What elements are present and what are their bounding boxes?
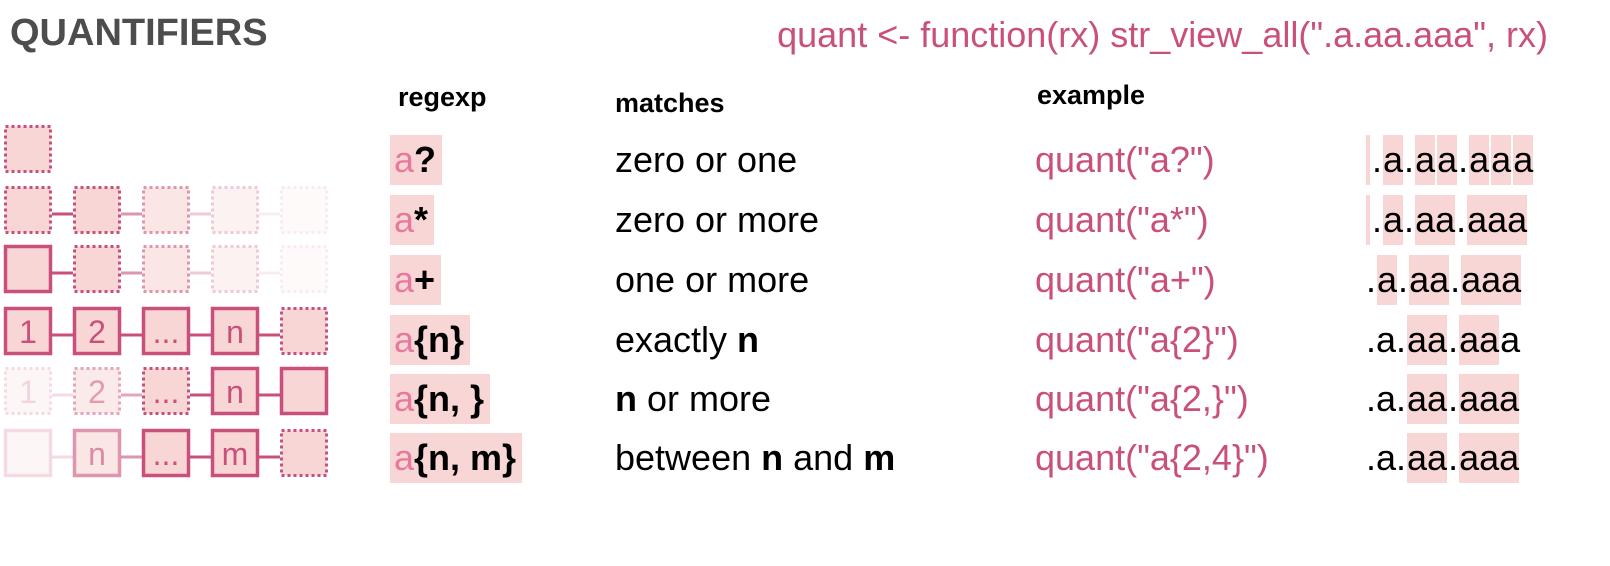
header-regexp: regexp xyxy=(398,82,487,112)
matches-text: n xyxy=(737,319,760,360)
matches-text: m xyxy=(863,437,896,478)
unmatched-text: . xyxy=(1456,199,1467,240)
matches-description: one or more xyxy=(615,255,809,305)
match-highlight: a xyxy=(1383,135,1404,185)
unmatched-text: . xyxy=(1372,139,1383,180)
unmatched-text: . xyxy=(1398,259,1409,300)
matches-description: exactly n xyxy=(615,315,759,365)
regexp-quantifier: + xyxy=(414,259,436,300)
match-highlight: aa xyxy=(1459,315,1500,365)
header-example: example xyxy=(1037,80,1146,110)
unmatched-text: .a. xyxy=(1366,319,1407,360)
quantifier-row: a+ one or more quant("a+") . a. aa. aaa xyxy=(0,255,1610,309)
regexp-quantifier: * xyxy=(414,199,429,240)
section-title: QUANTIFIERS xyxy=(10,12,268,54)
unmatched-text: . xyxy=(1458,139,1469,180)
header-matches: matches xyxy=(615,88,725,118)
match-highlight: a xyxy=(1491,135,1512,185)
matches-text: and xyxy=(783,437,864,478)
regexp-char: a xyxy=(394,437,415,478)
quantifier-row: a? zero or one quant("a?") .a.aa.aaa xyxy=(0,135,1610,189)
unmatched-text: . xyxy=(1448,378,1459,419)
match-highlight: aa xyxy=(1407,433,1448,483)
regexp-char: a xyxy=(394,378,415,419)
example-call: quant("a+") xyxy=(1035,259,1216,300)
unmatched-text: . xyxy=(1372,199,1383,240)
regexp-quantifier: {n, } xyxy=(414,378,485,419)
regexp-char: a xyxy=(394,139,415,180)
empty-match-marker xyxy=(1366,135,1370,185)
match-highlight: aa xyxy=(1415,195,1456,245)
example-result: .a.aa.aaa xyxy=(1366,255,1522,305)
unmatched-text: . xyxy=(1448,437,1459,478)
unmatched-text: a xyxy=(1500,319,1521,360)
regexp-char: a xyxy=(394,199,415,240)
match-highlight: a xyxy=(1437,135,1458,185)
unmatched-text: .a. xyxy=(1366,437,1407,478)
match-highlight: aaa xyxy=(1459,433,1520,483)
matches-text: zero or more xyxy=(615,199,820,240)
match-highlight: a xyxy=(1415,135,1436,185)
example-result: .a.aa.aaa xyxy=(1366,315,1520,365)
match-highlight: aaa xyxy=(1459,374,1520,424)
match-highlight: aaa xyxy=(1461,255,1522,305)
matches-description: zero or more xyxy=(615,195,819,245)
example-call: quant("a{2,4}") xyxy=(1035,437,1269,478)
quantifier-row: a{n} exactly n quant("a{2}") .a. aa. aa a xyxy=(0,315,1610,369)
example-result: .a.aa.aaa xyxy=(1366,374,1520,424)
match-highlight: a xyxy=(1469,135,1490,185)
match-highlight: a xyxy=(1377,255,1398,305)
match-highlight: aa xyxy=(1409,255,1450,305)
quantifier-row: a* zero or more quant("a*") . a. aa. aaa xyxy=(0,195,1610,249)
example-call: quant("a{2,}") xyxy=(1035,378,1249,419)
regexp-quantifier: {n} xyxy=(414,319,465,360)
unmatched-text: . xyxy=(1450,259,1461,300)
matches-description: n or more xyxy=(615,374,771,424)
match-highlight: a xyxy=(1383,195,1404,245)
regexp-pattern: a+ xyxy=(390,255,442,305)
regexp-pattern: a? xyxy=(390,135,443,185)
unmatched-text: . xyxy=(1404,139,1415,180)
example-call: quant("a?") xyxy=(1035,139,1215,180)
matches-description: between n and m xyxy=(615,433,895,483)
regexp-pattern: a{n, } xyxy=(390,374,491,424)
match-highlight: aa xyxy=(1407,315,1448,365)
match-highlight: aa xyxy=(1407,374,1448,424)
unmatched-text: . xyxy=(1404,199,1415,240)
example-result: .a.aa.aaa xyxy=(1366,433,1520,483)
matches-text: zero or one xyxy=(615,139,798,180)
example-call: quant("a*") xyxy=(1035,199,1209,240)
regexp-char: a xyxy=(394,319,415,360)
quantifier-row: a{n, } n or more quant("a{2,}") .a. aa. aa… xyxy=(0,374,1610,428)
matches-text: n xyxy=(761,437,784,478)
code-definition: quant <- function(rx) str_view_all(".a.a… xyxy=(777,14,1548,55)
matches-text: one or more xyxy=(615,259,810,300)
example-result: .a.aa.aaa xyxy=(1366,135,1534,185)
regexp-quantifier: {n, m} xyxy=(414,437,517,478)
empty-match-marker xyxy=(1366,195,1370,245)
unmatched-text: . xyxy=(1366,259,1377,300)
unmatched-text: .a. xyxy=(1366,378,1407,419)
matches-text: exactly xyxy=(615,319,738,360)
regexp-pattern: a{n, m} xyxy=(390,433,523,483)
matches-description: zero or one xyxy=(615,135,797,185)
quantifier-row: a{n, m} between n and m quant("a{2,4}") … xyxy=(0,433,1610,487)
regexp-char: a xyxy=(394,259,415,300)
example-result: .a.aa.aaa xyxy=(1366,195,1528,245)
matches-text: n xyxy=(615,378,637,419)
match-highlight: aaa xyxy=(1467,195,1528,245)
matches-text: between xyxy=(615,437,762,478)
match-highlight: a xyxy=(1513,135,1534,185)
regexp-pattern: a* xyxy=(390,195,435,245)
matches-text: or more xyxy=(637,378,772,419)
example-call: quant("a{2}") xyxy=(1035,319,1239,360)
regexp-quantifier: ? xyxy=(414,139,437,180)
unmatched-text: . xyxy=(1448,319,1459,360)
regexp-pattern: a{n} xyxy=(390,315,471,365)
